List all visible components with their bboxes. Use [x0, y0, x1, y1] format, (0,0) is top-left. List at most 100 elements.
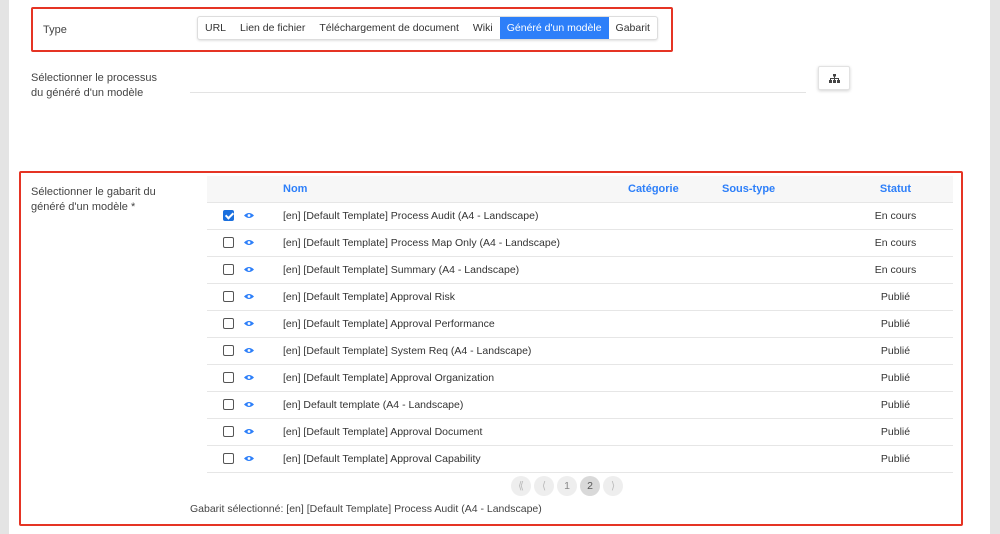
eye-icon[interactable] [244, 374, 254, 381]
row-preview-cell [239, 418, 283, 446]
row-nom: [en] [Default Template] Approval Capabil… [283, 445, 628, 473]
row-preview-cell [239, 202, 283, 230]
type-label: Type [43, 24, 67, 36]
row-sous-type [722, 310, 838, 338]
row-select-cell [207, 337, 239, 365]
row-categorie [628, 391, 722, 419]
row-statut: En cours [838, 229, 953, 257]
pagination: ⟪ ⟨ 1 2 ⟩ [511, 476, 623, 496]
type-option-0[interactable]: URL [198, 17, 233, 39]
row-select-cell [207, 445, 239, 473]
first-page-button[interactable]: ⟪ [511, 476, 531, 496]
eye-icon[interactable] [244, 320, 254, 327]
row-nom: [en] [Default Template] Approval Risk [283, 283, 628, 311]
process-label-line2: du généré d'un modèle [31, 87, 144, 99]
table-row[interactable]: [en] [Default Template] Approval Risk Pub… [207, 283, 953, 311]
table-row[interactable]: [en] [Default Template] Approval Organiz… [207, 364, 953, 392]
row-select-cell [207, 391, 239, 419]
process-label: Sélectionner le processus du généré d'un… [31, 71, 157, 101]
header-sous-type[interactable]: Sous-type [722, 176, 838, 203]
row-nom: [en] [Default Template] Approval Organiz… [283, 364, 628, 392]
table-row[interactable]: [en] [Default Template] Summary (A4 - La… [207, 256, 953, 284]
table-row[interactable]: [en] Default template (A4 - Landscape) Pu… [207, 391, 953, 419]
process-label-line1: Sélectionner le processus [31, 72, 157, 84]
selected-template-text: Gabarit sélectionné: [en] [Default Templ… [190, 503, 542, 515]
template-label: Sélectionner le gabarit du généré d'un m… [31, 185, 156, 215]
header-nom[interactable]: Nom [283, 176, 628, 203]
row-preview-cell [239, 310, 283, 338]
eye-icon[interactable] [244, 212, 254, 219]
row-statut: En cours [838, 202, 953, 230]
row-preview-cell [239, 256, 283, 284]
row-nom: [en] [Default Template] System Req (A4 -… [283, 337, 628, 365]
table-row[interactable]: [en] [Default Template] Approval Capabil… [207, 445, 953, 473]
row-checkbox[interactable] [222, 372, 234, 384]
row-nom: [en] [Default Template] Summary (A4 - La… [283, 256, 628, 284]
type-segmented-control: URL Lien de fichier Téléchargement de docu… [197, 16, 658, 40]
header-statut[interactable]: Statut [838, 176, 953, 203]
next-page-button[interactable]: ⟩ [603, 476, 623, 496]
row-checkbox[interactable] [222, 318, 234, 330]
row-statut: Publié [838, 364, 953, 392]
row-checkbox[interactable] [222, 291, 234, 303]
row-sous-type [722, 391, 838, 419]
row-categorie [628, 256, 722, 284]
page-1-button[interactable]: 1 [557, 476, 577, 496]
template-label-line1: Sélectionner le gabarit du [31, 186, 156, 198]
header-select [207, 176, 239, 203]
row-nom: [en] [Default Template] Approval Perform… [283, 310, 628, 338]
row-checkbox[interactable] [222, 210, 234, 222]
type-option-4[interactable]: Généré d'un modèle [499, 17, 609, 39]
eye-icon[interactable] [244, 347, 254, 354]
row-checkbox[interactable] [222, 237, 234, 249]
process-input[interactable] [190, 92, 806, 93]
row-sous-type [722, 364, 838, 392]
row-categorie [628, 283, 722, 311]
row-statut: Publié [838, 283, 953, 311]
row-checkbox[interactable] [222, 453, 234, 465]
row-preview-cell [239, 229, 283, 257]
row-categorie [628, 337, 722, 365]
eye-icon[interactable] [244, 293, 254, 300]
row-sous-type [722, 256, 838, 284]
table-row[interactable]: [en] [Default Template] Approval Perform… [207, 310, 953, 338]
eye-icon[interactable] [244, 455, 254, 462]
page-2-button[interactable]: 2 [580, 476, 600, 496]
row-preview-cell [239, 283, 283, 311]
prev-page-button[interactable]: ⟨ [534, 476, 554, 496]
row-checkbox[interactable] [222, 426, 234, 438]
type-option-1[interactable]: Lien de fichier [233, 17, 312, 39]
row-checkbox[interactable] [222, 264, 234, 276]
sitemap-icon [828, 73, 840, 83]
row-checkbox[interactable] [222, 399, 234, 411]
row-select-cell [207, 256, 239, 284]
type-option-2[interactable]: Téléchargement de document [312, 17, 466, 39]
row-categorie [628, 445, 722, 473]
row-select-cell [207, 202, 239, 230]
eye-icon[interactable] [244, 239, 254, 246]
row-checkbox[interactable] [222, 345, 234, 357]
eye-icon[interactable] [244, 401, 254, 408]
row-statut: En cours [838, 256, 953, 284]
type-option-5[interactable]: Gabarit [609, 17, 657, 39]
process-tree-button[interactable] [818, 66, 850, 90]
header-categorie[interactable]: Catégorie [628, 176, 722, 203]
row-preview-cell [239, 391, 283, 419]
type-option-3[interactable]: Wiki [466, 17, 500, 39]
row-categorie [628, 364, 722, 392]
row-statut: Publié [838, 337, 953, 365]
table-row[interactable]: [en] [Default Template] System Req (A4 -… [207, 337, 953, 365]
template-table: Nom Catégorie Sous-type Statut [en] [Def… [207, 176, 953, 473]
table-row[interactable]: [en] [Default Template] Approval Documen… [207, 418, 953, 446]
row-nom: [en] [Default Template] Process Map Only… [283, 229, 628, 257]
table-row[interactable]: [en] [Default Template] Process Map Only… [207, 229, 953, 257]
row-select-cell [207, 364, 239, 392]
table-row[interactable]: [en] [Default Template] Process Audit (A… [207, 202, 953, 230]
row-sous-type [722, 229, 838, 257]
eye-icon[interactable] [244, 428, 254, 435]
row-nom: [en] [Default Template] Approval Documen… [283, 418, 628, 446]
row-preview-cell [239, 445, 283, 473]
row-categorie [628, 310, 722, 338]
eye-icon[interactable] [244, 266, 254, 273]
row-statut: Publié [838, 445, 953, 473]
